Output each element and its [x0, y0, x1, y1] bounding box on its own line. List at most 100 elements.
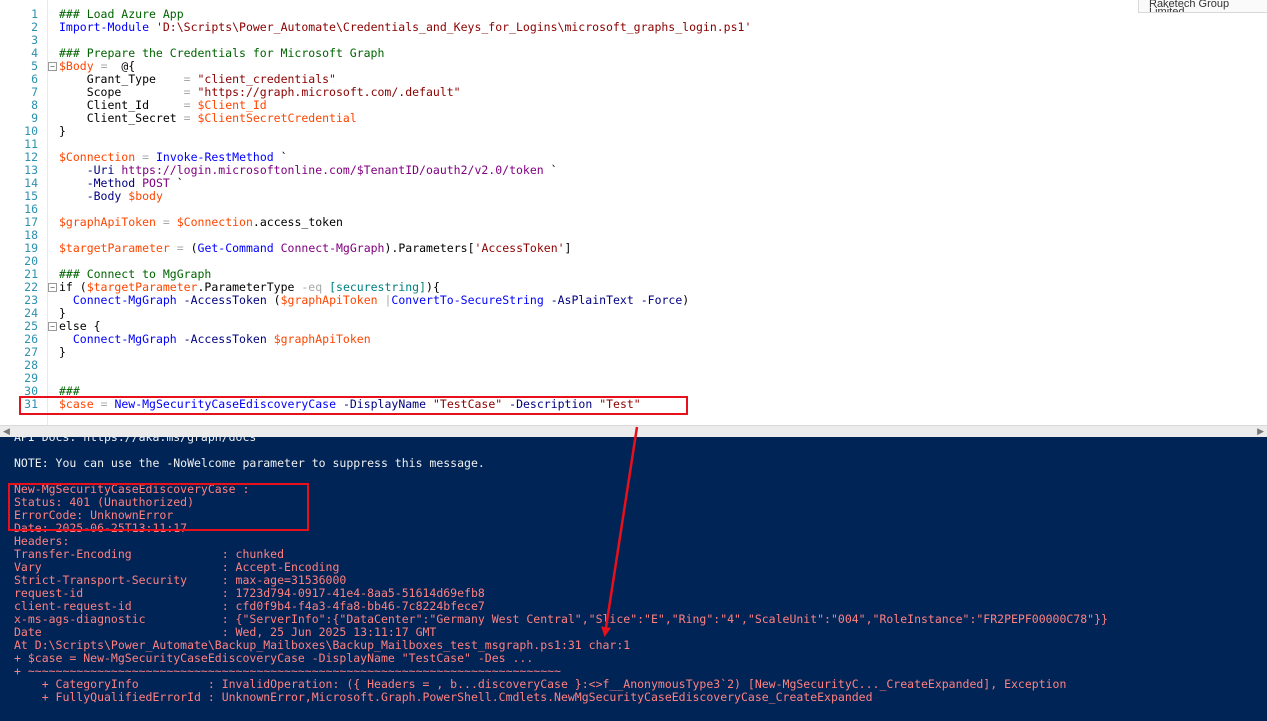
code-token: $targetParameter: [59, 241, 170, 255]
scroll-right-icon[interactable]: ▶: [1257, 427, 1264, 437]
code-token: =: [183, 72, 191, 86]
code-token: -Body: [86, 189, 122, 203]
code-line[interactable]: 28: [0, 359, 1267, 372]
code-token: Scope: [59, 85, 184, 99]
code-token: $graphApiToken: [273, 332, 371, 346]
code-token: ### Prepare the Credentials for Microsof…: [59, 46, 385, 60]
console-pane[interactable]: API Docs: https://aka.ms/graph/docs NOTE:…: [0, 437, 1267, 721]
code-text: }: [59, 346, 66, 359]
fold-toggle-icon[interactable]: −: [48, 322, 57, 331]
code-token: $graphApiToken: [59, 215, 156, 229]
code-text: -Body $body: [59, 190, 163, 203]
code-line[interactable]: 10}: [0, 125, 1267, 138]
code-token: `: [273, 150, 288, 164]
code-token: =: [162, 215, 170, 229]
fold-toggle-icon[interactable]: −: [48, 62, 57, 71]
code-line[interactable]: 13 -Uri https://login.microsoftonline.co…: [0, 164, 1267, 177]
code-line[interactable]: 17 $graphApiToken = $Connection.access_to…: [0, 216, 1267, 229]
code-text: Connect-MgGraph -AccessToken ($graphApiT…: [59, 294, 689, 307]
code-token: ### Load Azure App: [59, 7, 184, 21]
code-token: $Connection: [176, 215, 253, 229]
code-line[interactable]: 4 ### Prepare the Credentials for Microso…: [0, 47, 1267, 60]
code-token: -Method: [86, 176, 136, 190]
window-title-tab: Raketech Group Limited: [1138, 0, 1267, 13]
code-token: else {: [59, 319, 101, 333]
code-token: Get-Command: [197, 241, 274, 255]
code-token: -eq: [301, 280, 323, 294]
code-token: Client_Id: [59, 98, 184, 112]
code-line[interactable]: 2 Import-Module 'D:\Scripts\Power_Automat…: [0, 21, 1267, 34]
script-editor-pane[interactable]: 1 ### Load Azure App 2 Import-Module 'D:\Sc…: [0, 0, 1267, 425]
code-text: Client_Secret = $ClientSecretCredential: [59, 112, 357, 125]
code-token: .: [252, 215, 260, 229]
code-token: Connect-MgGraph: [280, 241, 385, 255]
code-token: ConvertTo-SecureString: [391, 293, 544, 307]
code-text: }: [59, 125, 66, 138]
code-token: Connect-MgGraph: [72, 293, 177, 307]
code-line[interactable]: 27}: [0, 346, 1267, 359]
code-text: Import-Module 'D:\Scripts\Power_Automate…: [59, 21, 751, 34]
fold-toggle-icon[interactable]: −: [48, 283, 57, 292]
code-token: -Uri: [86, 163, 115, 177]
code-line[interactable]: 24}: [0, 307, 1267, 320]
code-text: $targetParameter = (Get-Command Connect-…: [59, 242, 571, 255]
code-token: ParameterType: [204, 280, 295, 294]
code-token: =: [100, 59, 108, 73]
code-line[interactable]: 15 -Body $body: [0, 190, 1267, 203]
code-token: POST: [142, 176, 170, 190]
console-line: NOTE: You can use the -NoWelcome paramet…: [14, 456, 485, 470]
code-token: =: [183, 85, 191, 99]
console-line: + FullyQualifiedErrorId : UnknownError,M…: [14, 690, 873, 704]
code-token: ){: [426, 280, 440, 294]
code-line[interactable]: 9 Client_Secret = $ClientSecretCredentia…: [0, 112, 1267, 125]
code-token: =: [142, 150, 150, 164]
code-line[interactable]: 29: [0, 372, 1267, 385]
code-token: -AsPlainText: [550, 293, 634, 307]
code-token: (: [266, 293, 281, 307]
code-token: }: [59, 306, 66, 320]
code-token: -Force: [640, 293, 683, 307]
code-token: if (: [59, 280, 87, 294]
code-token: Import-Module: [59, 20, 150, 34]
code-token: `: [543, 163, 558, 177]
code-token: -AccessToken: [183, 332, 267, 346]
code-line[interactable]: 14 -Method POST `: [0, 177, 1267, 190]
code-token: [securestring]: [329, 280, 427, 294]
scroll-left-icon[interactable]: ◀: [3, 427, 10, 437]
console-line: API Docs: https://aka.ms/graph/docs: [14, 437, 257, 444]
code-token: $Connection: [59, 150, 136, 164]
code-line[interactable]: 23 Connect-MgGraph -AccessToken ($graphA…: [0, 294, 1267, 307]
code-token: -AccessToken: [183, 293, 267, 307]
code-token: ]: [564, 241, 572, 255]
code-token: Connect-MgGraph: [72, 332, 177, 346]
code-line[interactable]: 19 $targetParameter = (Get-Command Connec…: [0, 242, 1267, 255]
code-token: `: [169, 176, 184, 190]
annotation-box-error: [8, 483, 309, 531]
code-token: ### Connect to MgGraph: [59, 267, 212, 281]
code-line[interactable]: 26 Connect-MgGraph -AccessToken $graphAp…: [0, 333, 1267, 346]
annotation-box-line-31: [19, 396, 688, 415]
code-token: (: [183, 241, 198, 255]
code-token: "https://graph.microsoft.com/.default": [197, 85, 461, 99]
code-token: Parameters: [398, 241, 468, 255]
code-token: [: [467, 241, 475, 255]
code-token: Invoke-RestMethod: [155, 150, 274, 164]
code-token: =: [176, 241, 184, 255]
code-token: Grant_Type: [59, 72, 184, 86]
